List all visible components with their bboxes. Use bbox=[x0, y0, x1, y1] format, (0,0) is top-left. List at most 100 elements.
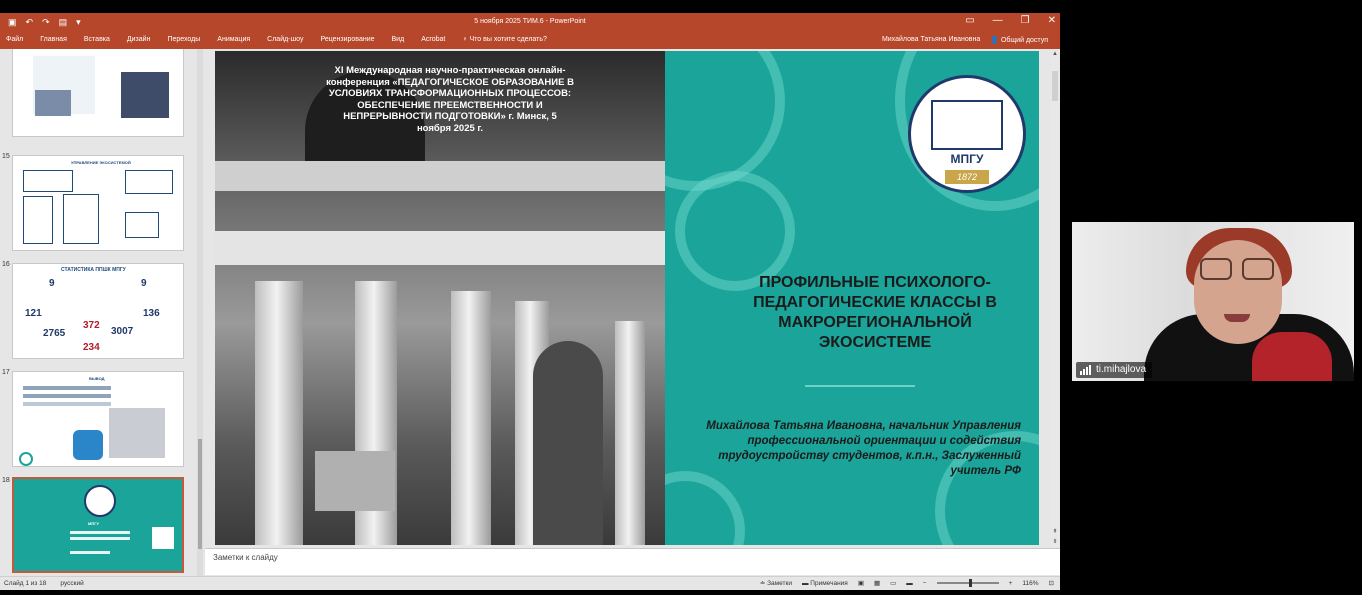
author-info: Михайлова Татьяна Ивановна, начальник Уп… bbox=[706, 420, 1021, 477]
next-slide-icon[interactable]: ⇟ bbox=[1051, 538, 1059, 545]
slide-thumbnail-selected[interactable]: МПГУ bbox=[12, 477, 184, 573]
fit-slide-icon[interactable]: ⊡ bbox=[1049, 579, 1054, 587]
tab-9[interactable]: Acrobat bbox=[421, 36, 445, 43]
tab-0[interactable]: Файл bbox=[6, 36, 23, 43]
thumb-text-line bbox=[70, 537, 130, 540]
slide-sorter-icon[interactable]: ▦ bbox=[874, 579, 880, 587]
thumb-title: МПГУ bbox=[88, 521, 99, 526]
tab-3[interactable]: Дизайн bbox=[127, 36, 151, 43]
title-divider bbox=[805, 385, 915, 387]
seal-year: 1872 bbox=[945, 170, 989, 184]
ribbon-options-icon[interactable]: ▭ bbox=[965, 15, 974, 26]
tab-5[interactable]: Анимация bbox=[217, 36, 250, 43]
prev-slide-icon[interactable]: ⇞ bbox=[1051, 528, 1059, 535]
webcam-tile[interactable]: ti.mihajlova bbox=[1072, 222, 1354, 381]
minimize-icon[interactable]: — bbox=[993, 15, 1003, 26]
thumb-stat: 136 bbox=[143, 308, 160, 319]
status-bar: Слайд 1 из 18 русский ≐ Заметки ▬ Примеч… bbox=[0, 576, 1060, 590]
notes-pane[interactable]: Заметки к слайду bbox=[205, 548, 1060, 575]
thumb-stat: 234 bbox=[83, 342, 100, 353]
tab-7[interactable]: Рецензирование bbox=[320, 36, 374, 43]
tab-6[interactable]: Слайд-шоу bbox=[267, 36, 303, 43]
tab-4[interactable]: Переходы bbox=[167, 36, 200, 43]
photo-cornice bbox=[215, 231, 665, 265]
thumbnail-pane[interactable]: 15 УПРАВЛЕНИЕ ЭКОСИСТЕМОЙ 16 СТАТИСТИКА … bbox=[0, 49, 205, 576]
webcam-person-scarf bbox=[1252, 332, 1332, 381]
thumb-photo bbox=[121, 72, 169, 118]
thumb-box bbox=[23, 170, 73, 192]
restore-icon[interactable]: ❐ bbox=[1021, 15, 1030, 26]
account-area: Михайлова Татьяна Ивановна 👤 Общий досту… bbox=[882, 36, 1048, 44]
thumb-seal bbox=[84, 485, 116, 517]
participant-name: ti.mihajlova bbox=[1096, 364, 1147, 375]
language-indicator[interactable]: русский bbox=[60, 580, 83, 587]
thumb-stat: 121 bbox=[25, 308, 42, 319]
normal-view-icon[interactable]: ▣ bbox=[858, 579, 864, 587]
slide-scrollbar[interactable]: ▲ ⇞ ⇟ bbox=[1051, 51, 1059, 547]
slide-canvas[interactable]: XI Международная научно-практическая онл… bbox=[215, 51, 1039, 545]
thumb-stat: 372 bbox=[83, 320, 100, 331]
photo-relief bbox=[315, 451, 395, 511]
window-controls: ▭ — ❐ ✕ bbox=[965, 15, 1056, 26]
tab-8[interactable]: Вид bbox=[392, 36, 405, 43]
thumb-text-line bbox=[23, 394, 111, 398]
slide-thumbnail[interactable]: СТАТИСТИКА ППШК МПГУ 9 9 121 136 2765 37… bbox=[12, 263, 184, 359]
slide-number: 18 bbox=[2, 477, 10, 484]
webcam-person-mouth bbox=[1224, 314, 1250, 322]
scrollbar-thumb[interactable] bbox=[1052, 71, 1058, 101]
thumb-stat: 3007 bbox=[111, 326, 134, 337]
zoom-slider[interactable] bbox=[936, 579, 999, 587]
slide-number: 15 bbox=[2, 153, 10, 160]
thumb-box bbox=[125, 212, 159, 238]
webcam-person-face bbox=[1194, 240, 1282, 344]
zoom-out-icon[interactable]: − bbox=[923, 580, 927, 587]
scrollbar-thumb[interactable] bbox=[198, 439, 202, 549]
zoom-level[interactable]: 116% bbox=[1022, 580, 1038, 587]
powerpoint-window: ▣ ↶ ↷ ▤ ▾ 5 ноября 2025 ТИМ.6 - PowerPoi… bbox=[0, 13, 1060, 590]
scroll-up-icon[interactable]: ▲ bbox=[1051, 51, 1059, 57]
slide-thumbnail[interactable] bbox=[12, 49, 184, 137]
tab-2[interactable]: Вставка bbox=[84, 36, 110, 43]
tab-1[interactable]: Главная bbox=[40, 36, 67, 43]
photo-column bbox=[451, 291, 491, 545]
seal-name: МПГУ bbox=[950, 152, 984, 166]
share-label: Общий доступ bbox=[1000, 37, 1048, 44]
slide-thumbnail[interactable]: ВЫВОД bbox=[12, 371, 184, 467]
comments-button[interactable]: ▬ Примечания bbox=[802, 580, 848, 587]
notes-button[interactable]: ≐ Заметки bbox=[760, 579, 792, 587]
thumb-text-line bbox=[70, 551, 110, 554]
title-bar: ▣ ↶ ↷ ▤ ▾ 5 ноября 2025 ТИМ.6 - PowerPoi… bbox=[0, 13, 1060, 32]
zoom-in-icon[interactable]: + bbox=[1009, 580, 1013, 587]
thumb-circle bbox=[19, 452, 33, 466]
notes-label: Заметки bbox=[767, 580, 792, 587]
user-name[interactable]: Михайлова Татьяна Ивановна bbox=[882, 36, 980, 44]
zoom-slider-handle[interactable] bbox=[968, 579, 972, 587]
tell-me-search[interactable]: ♀ Что вы хотите сделать? bbox=[462, 36, 547, 43]
photo-column bbox=[615, 321, 645, 545]
thumb-text-line bbox=[23, 402, 111, 406]
thumb-stat: 9 bbox=[49, 278, 55, 289]
ribbon-tabs: Файл Главная Вставка Дизайн Переходы Анимация… bbox=[0, 32, 1060, 49]
close-icon[interactable]: ✕ bbox=[1048, 15, 1056, 26]
thumb-stat: 9 bbox=[141, 278, 147, 289]
tab-list: Файл Главная Вставка Дизайн Переходы Анимация… bbox=[6, 36, 564, 43]
notes-placeholder[interactable]: Заметки к слайду bbox=[213, 553, 278, 562]
thumb-figure bbox=[73, 430, 103, 460]
thumb-title: УПРАВЛЕНИЕ ЭКОСИСТЕМОЙ bbox=[71, 160, 131, 165]
thumb-stat: 2765 bbox=[43, 328, 66, 339]
reading-view-icon[interactable]: ▭ bbox=[890, 579, 896, 587]
photo-arch bbox=[533, 341, 603, 545]
share-button[interactable]: 👤 Общий доступ bbox=[990, 36, 1048, 44]
thumb-box bbox=[63, 194, 99, 244]
thumb-puzzle-image bbox=[109, 408, 165, 458]
thumb-qr-code bbox=[152, 527, 174, 549]
slide-number: 16 bbox=[2, 261, 10, 268]
participant-label: ti.mihajlova bbox=[1076, 362, 1153, 378]
thumbnail-scrollbar[interactable] bbox=[197, 49, 203, 576]
seal-building-icon bbox=[931, 100, 1003, 150]
slide-thumbnail[interactable]: УПРАВЛЕНИЕ ЭКОСИСТЕМОЙ bbox=[12, 155, 184, 251]
slideshow-icon[interactable]: ▬ bbox=[906, 580, 913, 587]
university-seal: МПГУ 1872 bbox=[908, 75, 1026, 193]
thumb-photo bbox=[35, 90, 71, 116]
thumb-title: ВЫВОД bbox=[89, 376, 105, 381]
